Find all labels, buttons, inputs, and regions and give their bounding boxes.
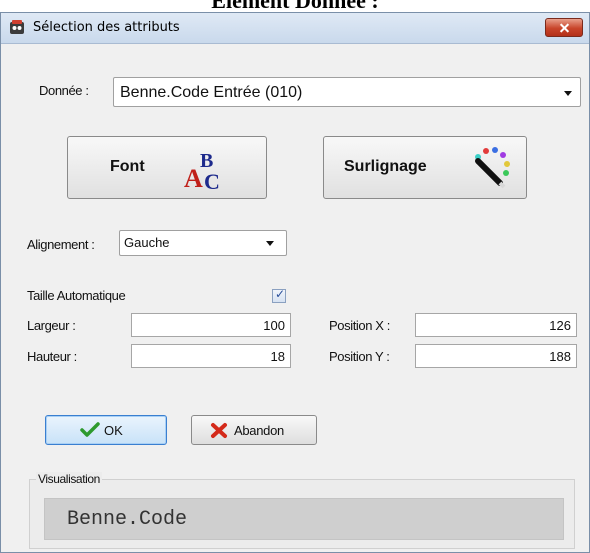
abandon-label: Abandon [234, 423, 284, 438]
hauteur-label: Hauteur : [27, 349, 77, 364]
largeur-field[interactable]: 100 [131, 313, 291, 337]
largeur-value: 100 [263, 318, 285, 333]
svg-text:A: A [184, 164, 203, 191]
position-x-label: Position X : [329, 318, 390, 333]
svg-text:C: C [204, 169, 220, 191]
close-button[interactable] [545, 18, 583, 37]
chevron-down-icon [266, 241, 274, 246]
ok-button[interactable]: OK [45, 415, 167, 445]
alignement-label: Alignement : [27, 237, 95, 252]
position-y-field[interactable]: 188 [415, 344, 577, 368]
donnee-label: Donnée : [39, 83, 89, 98]
font-button-label: Font [110, 158, 145, 175]
visualisation-label: Visualisation [36, 472, 102, 486]
dialog-window: Sélection des attributs Donnée : Benne.C… [0, 12, 590, 553]
checkmark-icon: ✓ [275, 287, 286, 301]
font-icon: B A C [184, 150, 220, 191]
hauteur-value: 18 [270, 349, 285, 364]
app-icon [10, 20, 24, 34]
alignement-select[interactable]: Gauche [119, 230, 287, 256]
chevron-down-icon [564, 91, 572, 96]
taille-auto-checkbox[interactable]: ✓ [272, 287, 286, 303]
surlignage-button-label: Surlignage [344, 158, 427, 175]
donnee-value: Benne.Code Entrée (010) [120, 84, 303, 101]
close-icon [211, 423, 227, 438]
position-x-field[interactable]: 126 [415, 313, 577, 337]
font-button[interactable]: Font B A C [67, 136, 267, 199]
position-y-value: 188 [549, 349, 571, 364]
checkmark-icon [80, 422, 100, 437]
donnee-select[interactable]: Benne.Code Entrée (010) [113, 77, 581, 107]
preview-text: Benne.Code [67, 508, 188, 531]
surlignage-button[interactable]: Surlignage [323, 136, 527, 199]
highlight-pen-icon [475, 147, 510, 189]
visualisation-group: Visualisation Benne.Code [29, 472, 575, 549]
hauteur-field[interactable]: 18 [131, 344, 291, 368]
taille-auto-label: Taille Automatique [27, 288, 126, 303]
ok-label: OK [104, 423, 123, 438]
window-title: Sélection des attributs [33, 20, 180, 35]
title-bar[interactable]: Sélection des attributs [1, 13, 589, 44]
largeur-label: Largeur : [27, 318, 76, 333]
abandon-button[interactable]: Abandon [191, 415, 317, 445]
position-x-value: 126 [549, 318, 571, 333]
position-y-label: Position Y : [329, 349, 390, 364]
alignement-value: Gauche [124, 235, 170, 250]
visualisation-preview: Benne.Code [44, 498, 564, 540]
